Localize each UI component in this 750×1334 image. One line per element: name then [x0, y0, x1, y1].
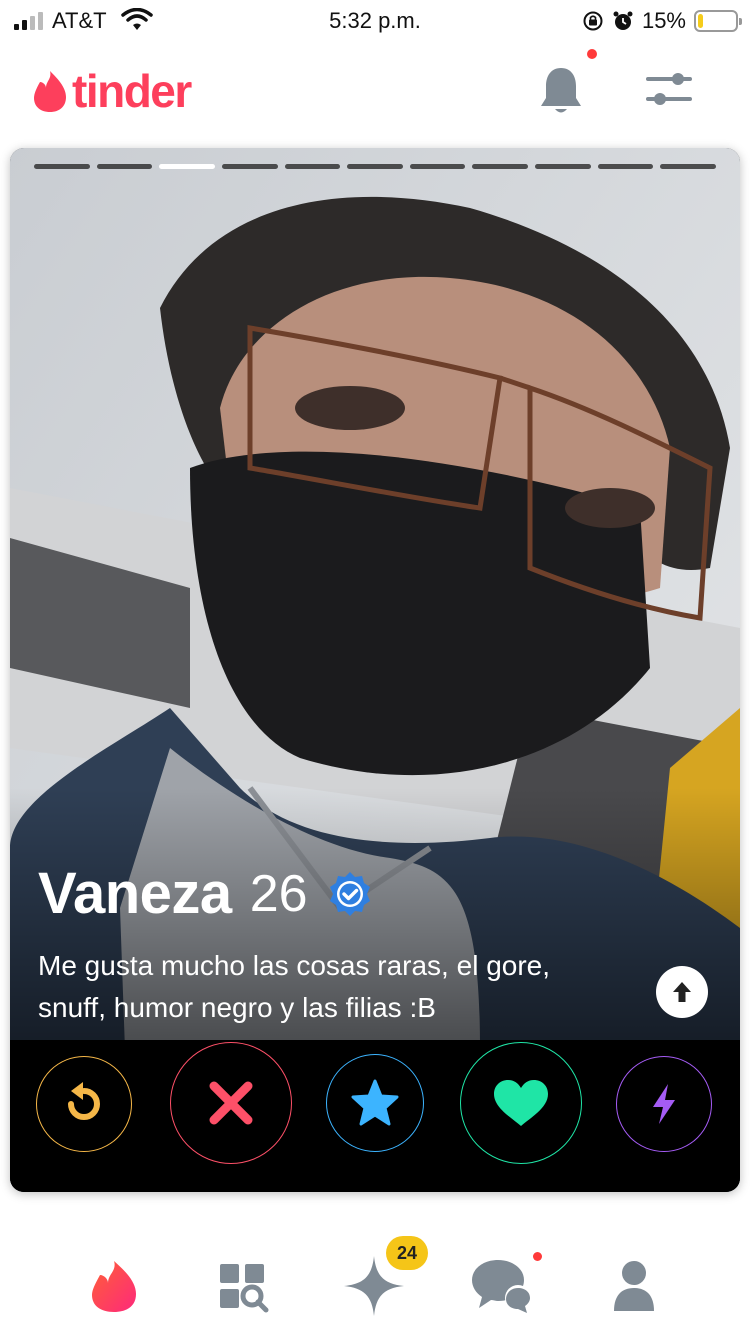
profile-bio: Me gusta mucho las cosas raras, el gore,…: [38, 950, 551, 1023]
star-icon: [351, 1079, 399, 1126]
profile-icon: [614, 1261, 654, 1311]
photo-progress-segment: [472, 164, 529, 169]
rewind-icon: [68, 1082, 100, 1120]
nav-profile[interactable]: [602, 1254, 666, 1318]
profile-info[interactable]: Vaneza 26 Me gusta mucho las cosas raras…: [38, 860, 618, 1029]
tinder-logo[interactable]: tinder: [32, 64, 192, 118]
nope-button[interactable]: [170, 1042, 292, 1164]
home-flame-icon: [92, 1261, 136, 1312]
explore-icon: [220, 1264, 269, 1313]
profile-card[interactable]: Vaneza 26 Me gusta mucho las cosas raras…: [10, 148, 740, 1192]
photo-progress-segment: [347, 164, 403, 169]
photo-progress-segment: [221, 164, 278, 169]
profile-name: Vaneza: [38, 861, 232, 926]
bottom-nav: [0, 1236, 750, 1334]
profile-photo[interactable]: [10, 148, 740, 1192]
flame-logo-icon: [34, 71, 66, 112]
profile-age: 26: [249, 864, 308, 923]
alarm-icon: [613, 11, 633, 30]
battery-icon: [694, 10, 742, 32]
super-like-button[interactable]: [326, 1054, 424, 1152]
gold-badge: 24: [386, 1236, 428, 1270]
bell-icon[interactable]: [538, 64, 584, 118]
messages-icon: [472, 1260, 531, 1313]
action-buttons-bar: [10, 1040, 740, 1192]
photo-progress-segment: [159, 164, 215, 169]
photo-progress-segment: [597, 164, 654, 169]
photo-progress-segment: [660, 164, 717, 169]
battery-level: [698, 14, 704, 28]
filters-icon[interactable]: [644, 70, 694, 110]
like-button[interactable]: [460, 1042, 582, 1164]
app-header: tinder: [0, 56, 750, 126]
orientation-lock-icon: [583, 11, 603, 31]
nav-explore[interactable]: [210, 1254, 274, 1318]
status-bar: AT&T 5:32 p.m. 15%: [0, 0, 750, 44]
battery-percent: 15%: [641, 8, 686, 33]
close-icon: [209, 1081, 253, 1125]
photo-progress-bar: [34, 164, 717, 169]
photo-progress-segment: [34, 164, 90, 169]
rewind-button[interactable]: [36, 1056, 132, 1152]
arrow-up-icon: [673, 982, 691, 1002]
photo-progress-segment: [409, 164, 466, 169]
boost-button[interactable]: [616, 1056, 712, 1152]
messages-notification-dot: [533, 1252, 542, 1261]
photo-progress-segment: [96, 164, 153, 169]
photo-progress-segment: [535, 164, 591, 169]
notification-dot: [587, 49, 597, 59]
verified-badge-icon: [329, 871, 370, 916]
nav-home[interactable]: [82, 1254, 146, 1318]
boost-icon: [653, 1084, 675, 1124]
heart-icon: [494, 1080, 548, 1126]
tinder-wordmark: tinder: [72, 65, 192, 117]
photo-progress-segment: [284, 164, 341, 169]
nav-messages[interactable]: [470, 1254, 534, 1318]
open-profile-button[interactable]: [656, 966, 708, 1018]
